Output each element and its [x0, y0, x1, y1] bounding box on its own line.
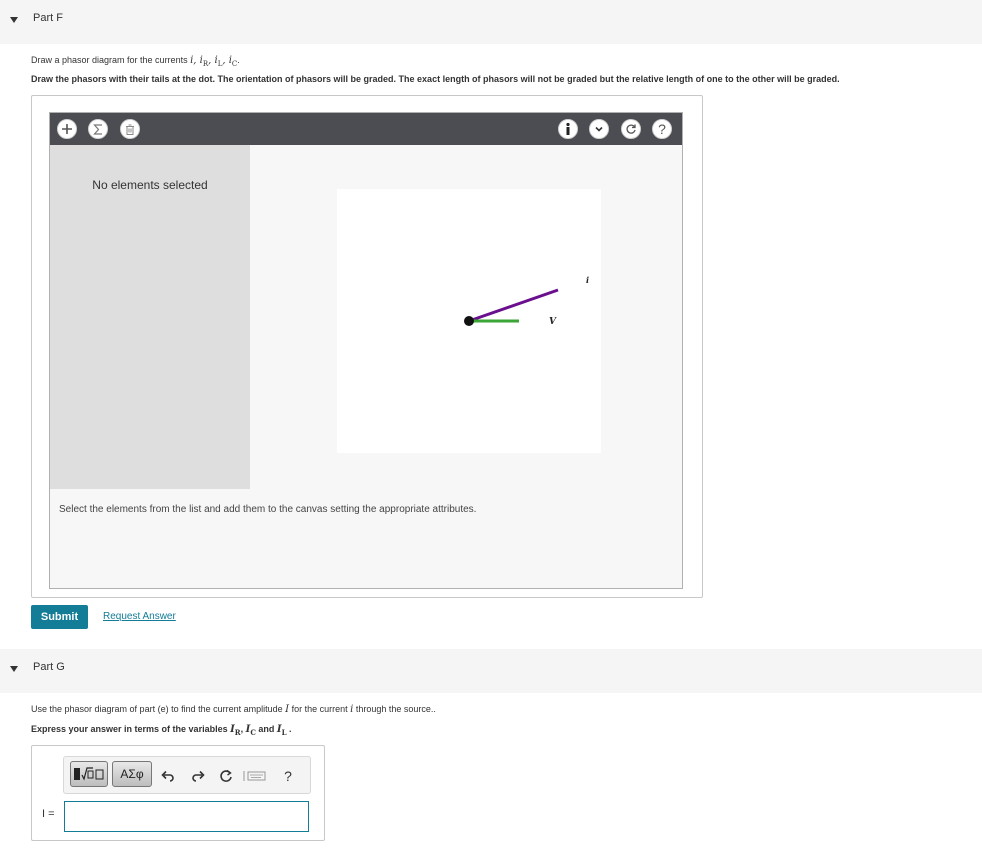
drawing-tool-panel: ? No elements selected V i Select the el…: [49, 112, 683, 589]
answer-input[interactable]: [64, 801, 309, 832]
collapse-caret-icon[interactable]: [10, 666, 18, 672]
part-g-instruction-2: Express your answer in terms of the vari…: [31, 724, 292, 737]
keyboard-icon[interactable]: [242, 767, 268, 785]
phasor-i-arrow[interactable]: [468, 288, 559, 323]
drawing-tool-container: ? No elements selected V i Select the el…: [31, 95, 703, 598]
sigma-icon[interactable]: [88, 119, 108, 139]
attributes-pane: No elements selected: [50, 145, 250, 489]
part-f-instruction-1: Draw a phasor diagram for the currents i…: [31, 55, 240, 68]
greek-symbols-button[interactable]: ΑΣφ: [112, 761, 152, 787]
trash-icon[interactable]: [120, 119, 140, 139]
part-f-header[interactable]: Part F: [0, 0, 982, 44]
submit-button[interactable]: Submit: [31, 605, 88, 629]
part-g-title: Part G: [33, 661, 65, 673]
part-g-instruction-1: Use the phasor diagram of part (e) to fi…: [31, 704, 436, 715]
canvas-hint: Select the elements from the list and ad…: [59, 504, 477, 515]
undo-icon[interactable]: [159, 767, 177, 785]
phasor-i-label: i: [586, 275, 589, 285]
chevron-down-icon[interactable]: [589, 119, 609, 139]
redo-icon[interactable]: [189, 767, 207, 785]
no-selection-message: No elements selected: [92, 178, 208, 192]
help-icon[interactable]: ?: [652, 119, 672, 139]
answer-label: I =: [42, 808, 55, 820]
help-icon[interactable]: ?: [279, 767, 297, 785]
request-answer-link[interactable]: Request Answer: [103, 611, 176, 622]
info-icon[interactable]: [558, 119, 578, 139]
plus-icon[interactable]: [57, 119, 77, 139]
templates-button[interactable]: [70, 761, 108, 787]
reset-icon[interactable]: [621, 119, 641, 139]
part-f-title: Part F: [33, 12, 63, 24]
phasor-v-label: V: [549, 317, 557, 327]
drawing-toolbar: ?: [50, 113, 682, 145]
collapse-caret-icon[interactable]: [10, 17, 18, 23]
part-f-instruction-2: Draw the phasors with their tails at the…: [31, 74, 840, 84]
templates-icon: [74, 767, 104, 781]
phasor-origin-dot: [464, 316, 474, 326]
part-g-header[interactable]: Part G: [0, 649, 982, 693]
phasor-canvas[interactable]: V i: [337, 189, 601, 453]
answer-container: ΑΣφ ? I =: [31, 745, 325, 841]
reset-icon[interactable]: [217, 767, 235, 785]
equation-toolbar: ΑΣφ ?: [63, 756, 311, 794]
phasor-diagram[interactable]: V i: [337, 189, 601, 453]
